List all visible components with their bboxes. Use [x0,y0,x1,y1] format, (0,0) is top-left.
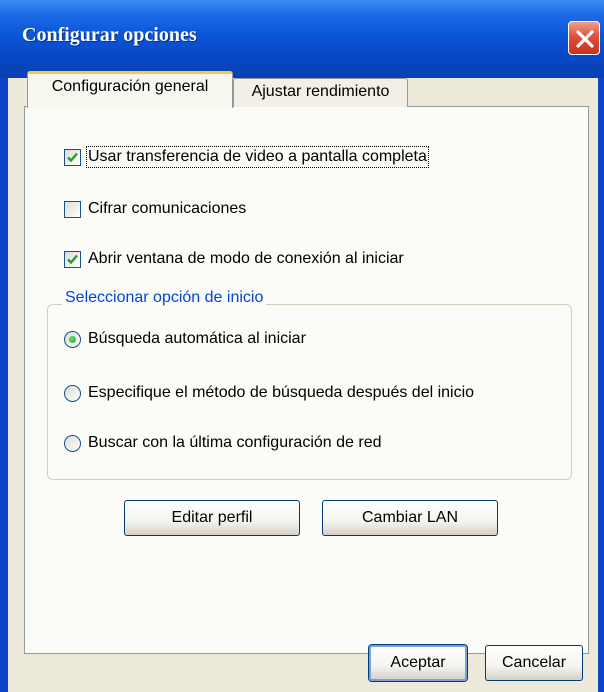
tab-performance[interactable]: Ajustar rendimiento [233,78,408,107]
checkbox-box[interactable] [64,251,81,268]
radio-button[interactable] [64,435,81,452]
title-bar[interactable]: Configurar opciones [0,0,604,78]
checkmark-icon [67,254,78,265]
close-icon [576,30,594,48]
accept-button[interactable]: Aceptar [369,645,467,681]
cancel-button[interactable]: Cancelar [485,645,583,681]
checkbox-label: Usar transferencia de video a pantalla c… [86,146,429,168]
checkmark-icon [67,152,78,163]
tab-label: Configuración general [51,78,209,95]
tab-general-settings[interactable]: Configuración general [27,71,233,108]
radio-label: Buscar con la última configuración de re… [88,434,382,451]
window-border-right [598,78,604,692]
checkbox-label: Cifrar comunicaciones [88,200,247,217]
radio-button[interactable] [64,331,81,348]
edit-profile-button[interactable]: Editar perfil [124,500,300,536]
checkbox-label: Abrir ventana de modo de conexión al ini… [88,250,404,267]
window-border-left [0,78,8,692]
checkbox-box[interactable] [64,149,81,166]
radio-button[interactable] [64,385,81,402]
window-title: Configurar opciones [22,24,197,46]
tab-label: Ajustar rendimiento [251,83,390,100]
radio-label: Búsqueda automática al iniciar [88,330,306,347]
checkbox-box[interactable] [64,201,81,218]
radio-label: Especifique el método de búsqueda despué… [88,384,475,401]
close-button[interactable] [568,21,600,55]
radio-selected-dot [69,336,76,343]
group-legend: Seleccionar opción de inicio [62,289,267,307]
change-lan-button[interactable]: Cambiar LAN [322,500,498,536]
options-dialog: Configurar opciones Configuración genera… [0,0,604,692]
